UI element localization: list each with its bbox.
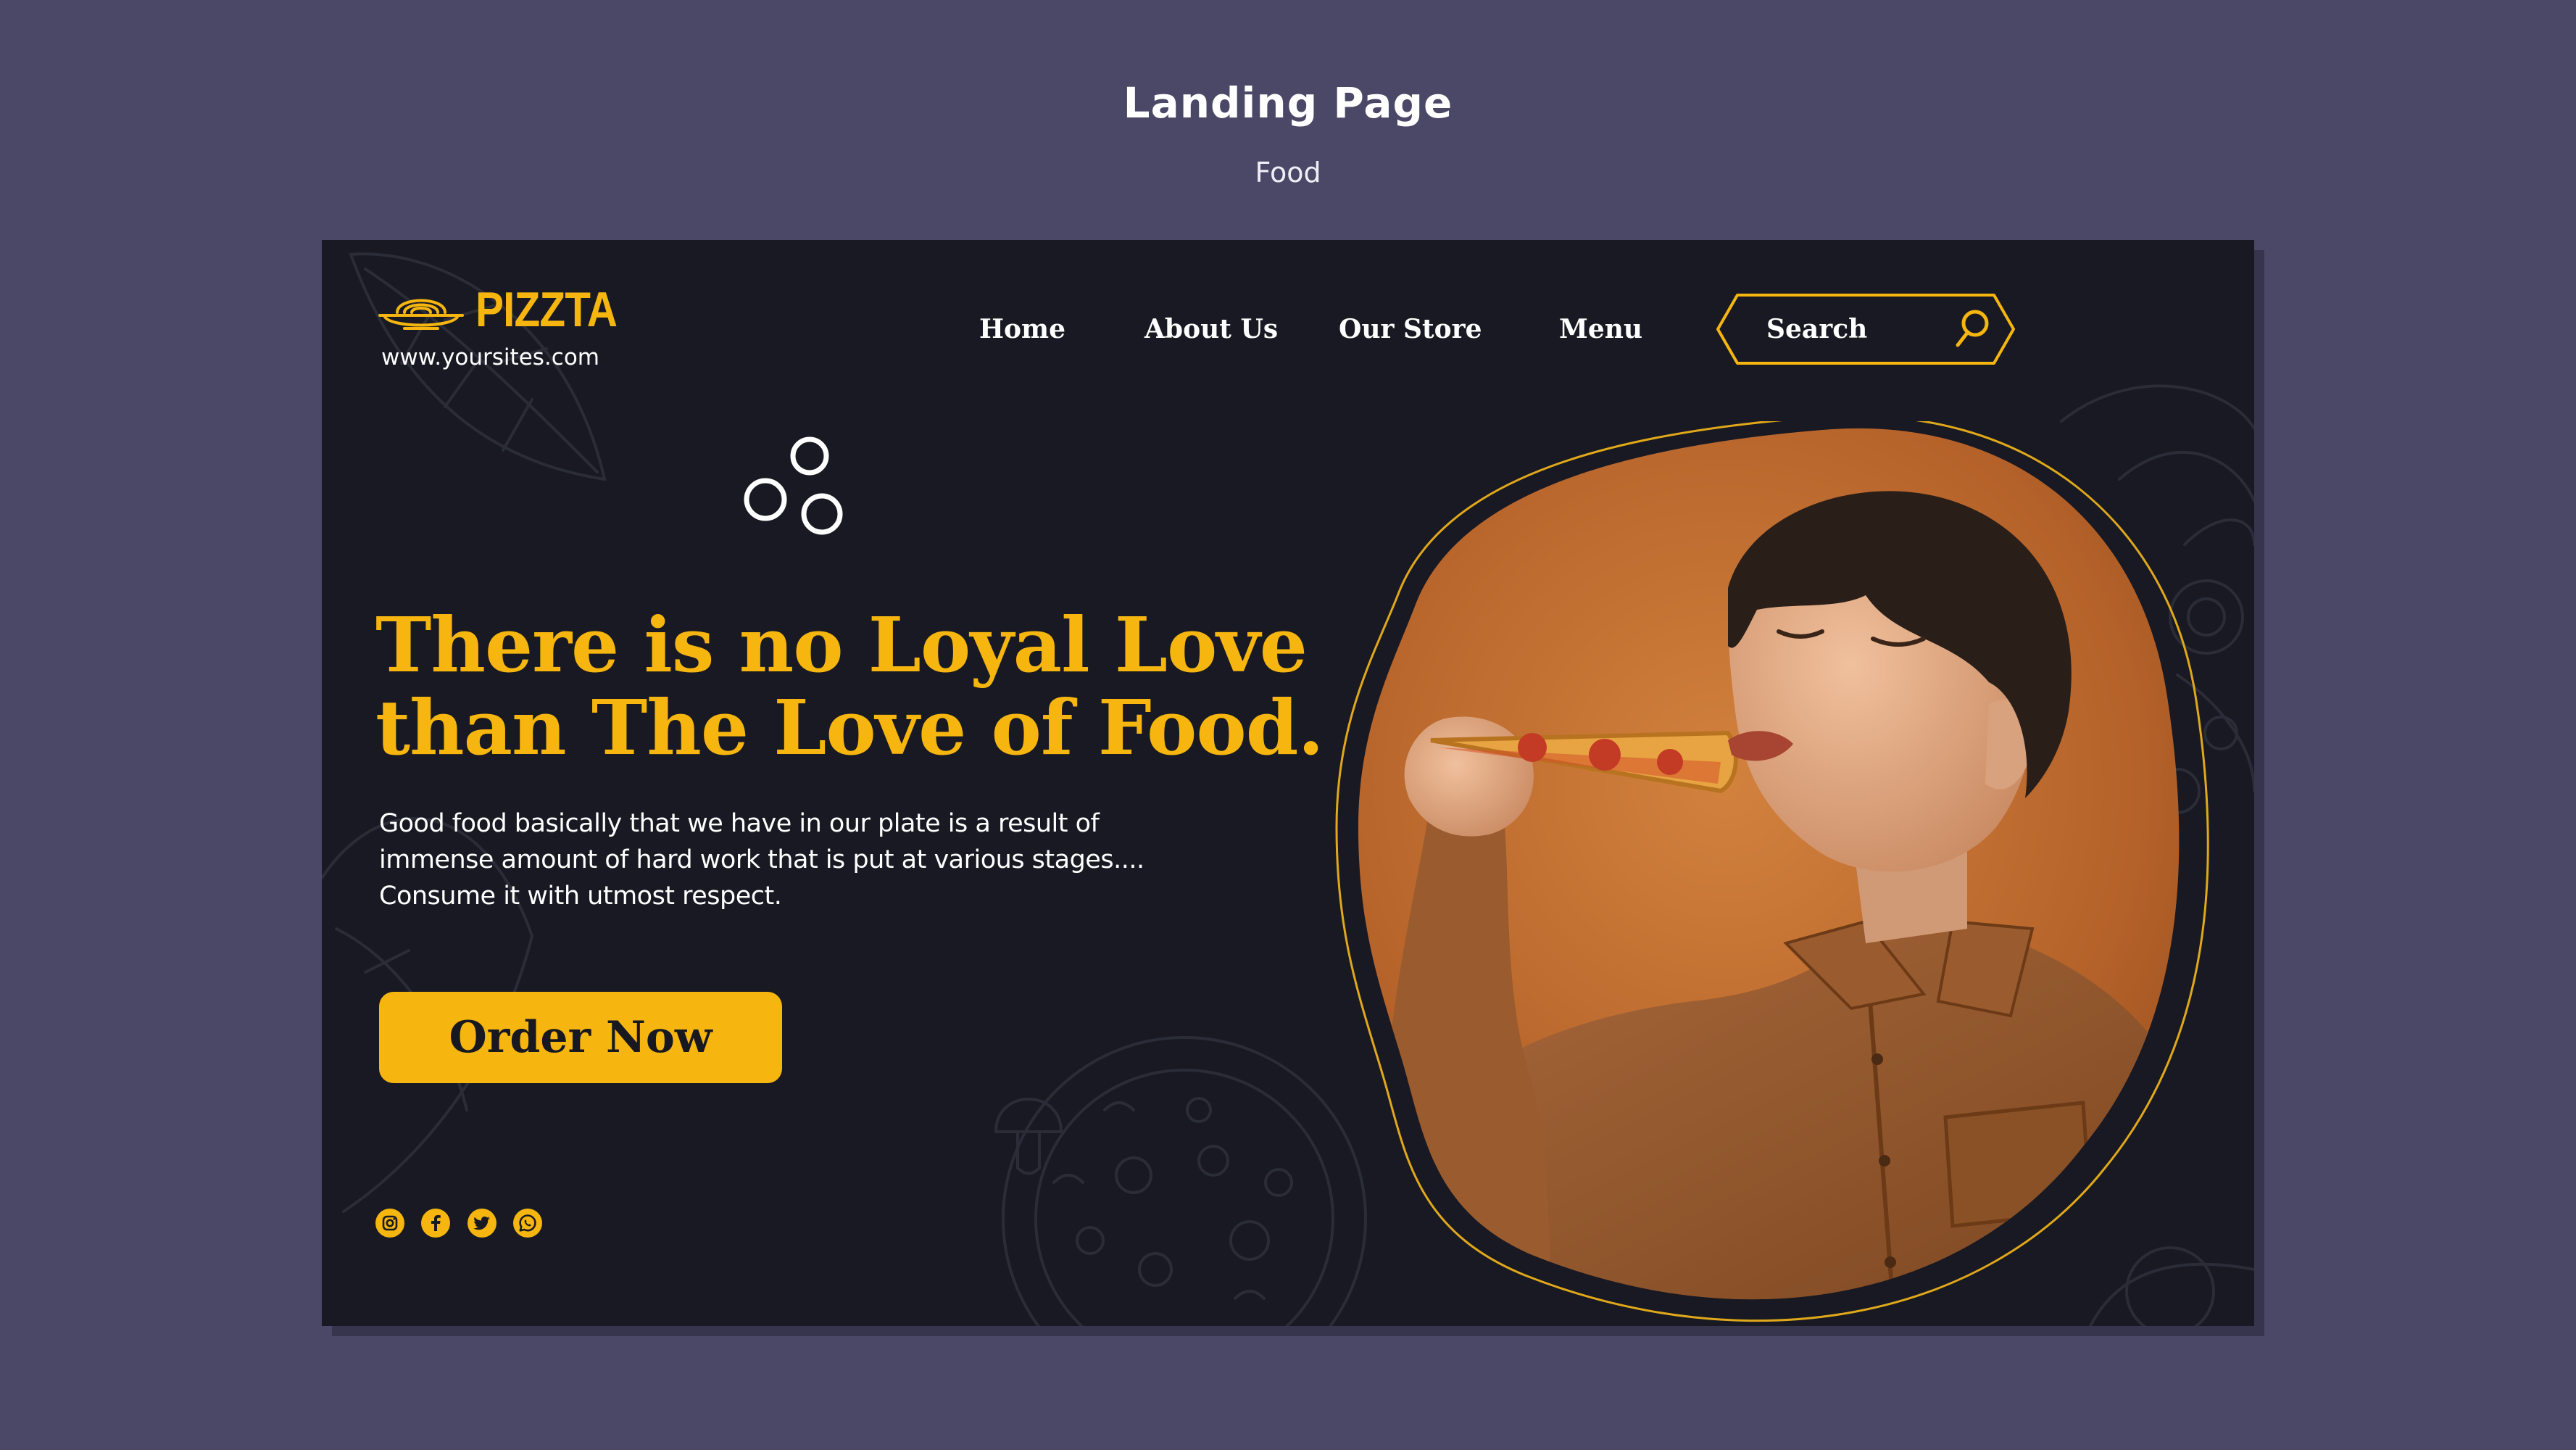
brand-url: www.yoursites.com bbox=[381, 344, 599, 370]
order-now-button[interactable]: Order Now bbox=[379, 992, 782, 1083]
search-icon[interactable] bbox=[1952, 307, 1993, 351]
nav-home[interactable]: Home bbox=[979, 314, 1065, 344]
landing-page-mockup: PIZZTA www.yoursites.com Home About Us O… bbox=[322, 240, 2254, 1326]
nav-about-us[interactable]: About Us bbox=[1144, 314, 1278, 344]
search-box[interactable] bbox=[1716, 293, 2016, 365]
twitter-icon[interactable] bbox=[468, 1209, 496, 1238]
hero-headline-line-1: There is no Loyal Love bbox=[375, 600, 1308, 689]
boy-eating-pizza-photo bbox=[1335, 421, 2209, 1322]
hero-headline-line-2: than The Love of Food. bbox=[375, 683, 1324, 772]
page-subtitle: Food bbox=[1255, 157, 1321, 188]
hero-description: Good food basically that we have in our … bbox=[379, 809, 1144, 911]
hero-headline: There is no Loyal Love than The Love of … bbox=[375, 604, 1339, 769]
decorative-circles bbox=[744, 436, 843, 535]
pasta-bowl-icon bbox=[378, 299, 464, 330]
search-input[interactable] bbox=[1766, 312, 1933, 347]
brand-logo[interactable]: PIZZTA www.yoursites.com bbox=[375, 282, 618, 372]
whatsapp-icon[interactable] bbox=[513, 1209, 542, 1238]
nav-our-store[interactable]: Our Store bbox=[1339, 314, 1482, 344]
facebook-icon[interactable] bbox=[421, 1209, 450, 1238]
nav-menu[interactable]: Menu bbox=[1559, 314, 1642, 344]
instagram-icon[interactable] bbox=[375, 1209, 404, 1238]
brand-name: PIZZTA bbox=[475, 282, 618, 337]
page-title: Landing Page bbox=[1123, 78, 1453, 128]
